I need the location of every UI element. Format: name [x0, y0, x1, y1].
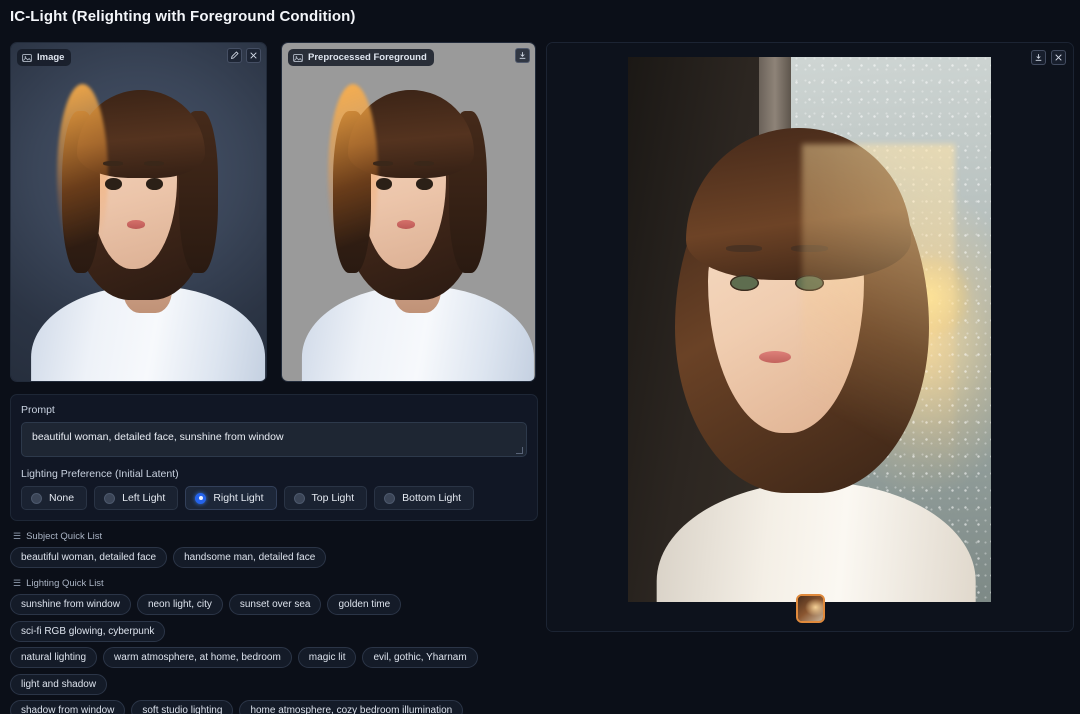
result-gallery[interactable] — [546, 42, 1074, 632]
gallery-tools — [1031, 50, 1066, 65]
download-button[interactable] — [515, 48, 530, 63]
list-icon: ☰ — [13, 579, 21, 588]
prompt-input[interactable]: beautiful woman, detailed face, sunshine… — [21, 422, 527, 457]
prompt-label: Prompt — [21, 404, 527, 416]
chip-lighting-2-2[interactable]: home atmosphere, cozy bedroom illuminati… — [239, 700, 463, 714]
radio-dot — [384, 493, 395, 504]
lighting-preference-radio-group: None Left Light Right Light Top Light Bo… — [21, 486, 527, 510]
close-button[interactable] — [246, 48, 261, 63]
gallery-close-button[interactable] — [1051, 50, 1066, 65]
result-portrait-figure — [628, 57, 991, 602]
rim-light — [57, 84, 108, 267]
left-column: Image — [10, 42, 538, 714]
edit-icon — [230, 51, 239, 60]
gallery-thumbnail-bar — [547, 594, 1073, 623]
prompt-value: beautiful woman, detailed face, sunshine… — [32, 431, 284, 443]
close-icon — [1054, 53, 1063, 62]
input-image-tools — [227, 48, 261, 63]
subject-quick-list-label: Subject Quick List — [26, 531, 102, 542]
preprocessed-foreground-tools — [515, 48, 530, 63]
chip-subject-0[interactable]: beautiful woman, detailed face — [10, 547, 167, 568]
lips-shape — [397, 220, 415, 228]
radio-left-light[interactable]: Left Light — [94, 486, 178, 510]
radio-dot — [104, 493, 115, 504]
input-image-label: Image — [37, 52, 64, 63]
preprocessed-image-preview — [282, 43, 535, 381]
input-image-tag: Image — [17, 49, 71, 66]
lighting-quick-list-label: Lighting Quick List — [26, 578, 104, 589]
result-canvas — [547, 43, 1073, 631]
preprocessed-foreground-panel[interactable]: Preprocessed Foreground — [281, 42, 536, 382]
chip-lighting-0-0[interactable]: sunshine from window — [10, 594, 131, 615]
eye-left — [105, 178, 122, 189]
radio-label: None — [49, 492, 74, 504]
image-icon — [22, 53, 32, 63]
lighting-quick-list-row-1: natural lighting warm atmosphere, at hom… — [10, 647, 538, 695]
input-images-row: Image — [10, 42, 538, 382]
chip-lighting-0-1[interactable]: neon light, city — [137, 594, 223, 615]
download-icon — [1034, 53, 1043, 62]
radio-label: Top Light — [312, 492, 355, 504]
preprocessed-foreground-label: Preprocessed Foreground — [308, 52, 427, 63]
radio-none[interactable]: None — [21, 486, 87, 510]
radio-dot-selected — [195, 493, 206, 504]
lighting-quick-list-header: ☰ Lighting Quick List — [13, 578, 538, 589]
thumbnail-preview — [798, 596, 823, 621]
edit-button[interactable] — [227, 48, 242, 63]
lips-shape — [127, 220, 145, 228]
preprocessed-foreground-tag: Preprocessed Foreground — [288, 49, 434, 66]
lighting-quick-list-row-0: sunshine from window neon light, city su… — [10, 594, 538, 642]
gallery-download-button[interactable] — [1031, 50, 1046, 65]
chip-lighting-1-1[interactable]: warm atmosphere, at home, bedroom — [103, 647, 292, 668]
radio-label: Left Light — [122, 492, 165, 504]
app-root: IC-Light (Relighting with Foreground Con… — [0, 0, 1080, 714]
rim-light — [328, 84, 379, 267]
chip-lighting-1-2[interactable]: magic lit — [298, 647, 357, 668]
radio-right-light[interactable]: Right Light — [185, 486, 276, 510]
eyebrow-left — [726, 245, 762, 252]
lighting-quick-list-row-2: shadow from window soft studio lighting … — [10, 700, 538, 714]
radio-label: Right Light — [213, 492, 263, 504]
input-image-preview — [11, 43, 266, 381]
chip-lighting-1-0[interactable]: natural lighting — [10, 647, 97, 668]
lighting-preference-label: Lighting Preference (Initial Latent) — [21, 468, 527, 480]
chip-lighting-1-3[interactable]: evil, gothic, Yharnam — [362, 647, 477, 668]
eye-left — [376, 178, 392, 189]
chip-lighting-0-2[interactable]: sunset over sea — [229, 594, 322, 615]
radio-label: Bottom Light — [402, 492, 461, 504]
window-light-overlay — [802, 144, 954, 482]
chip-subject-1[interactable]: handsome man, detailed face — [173, 547, 326, 568]
subject-quick-list-header: ☰ Subject Quick List — [13, 531, 538, 542]
close-icon — [249, 51, 258, 60]
eye-right — [146, 178, 163, 189]
radio-bottom-light[interactable]: Bottom Light — [374, 486, 474, 510]
portrait-figure — [11, 43, 266, 381]
download-icon — [518, 51, 527, 60]
radio-top-light[interactable]: Top Light — [284, 486, 368, 510]
prompt-card: Prompt beautiful woman, detailed face, s… — [10, 394, 538, 521]
subject-quick-list-chips: beautiful woman, detailed face handsome … — [10, 547, 538, 568]
radio-dot — [294, 493, 305, 504]
result-image[interactable] — [628, 57, 991, 602]
radio-dot — [31, 493, 42, 504]
chip-lighting-0-3[interactable]: golden time — [327, 594, 401, 615]
chip-lighting-2-1[interactable]: soft studio lighting — [131, 700, 233, 714]
portrait-figure — [282, 43, 535, 381]
eye-right — [416, 178, 432, 189]
input-image-panel[interactable]: Image — [10, 42, 267, 382]
list-icon: ☰ — [13, 532, 21, 541]
chip-lighting-2-0[interactable]: shadow from window — [10, 700, 125, 714]
eyebrow-right — [414, 161, 434, 166]
chip-lighting-0-4[interactable]: sci-fi RGB glowing, cyberpunk — [10, 621, 165, 642]
resize-handle[interactable] — [516, 447, 523, 454]
gallery-thumbnail-0[interactable] — [796, 594, 825, 623]
eye-left — [730, 275, 759, 291]
chip-lighting-1-4[interactable]: light and shadow — [10, 674, 107, 695]
shirt-shape — [656, 482, 975, 602]
image-icon — [293, 53, 303, 63]
page-title: IC-Light (Relighting with Foreground Con… — [10, 8, 355, 25]
